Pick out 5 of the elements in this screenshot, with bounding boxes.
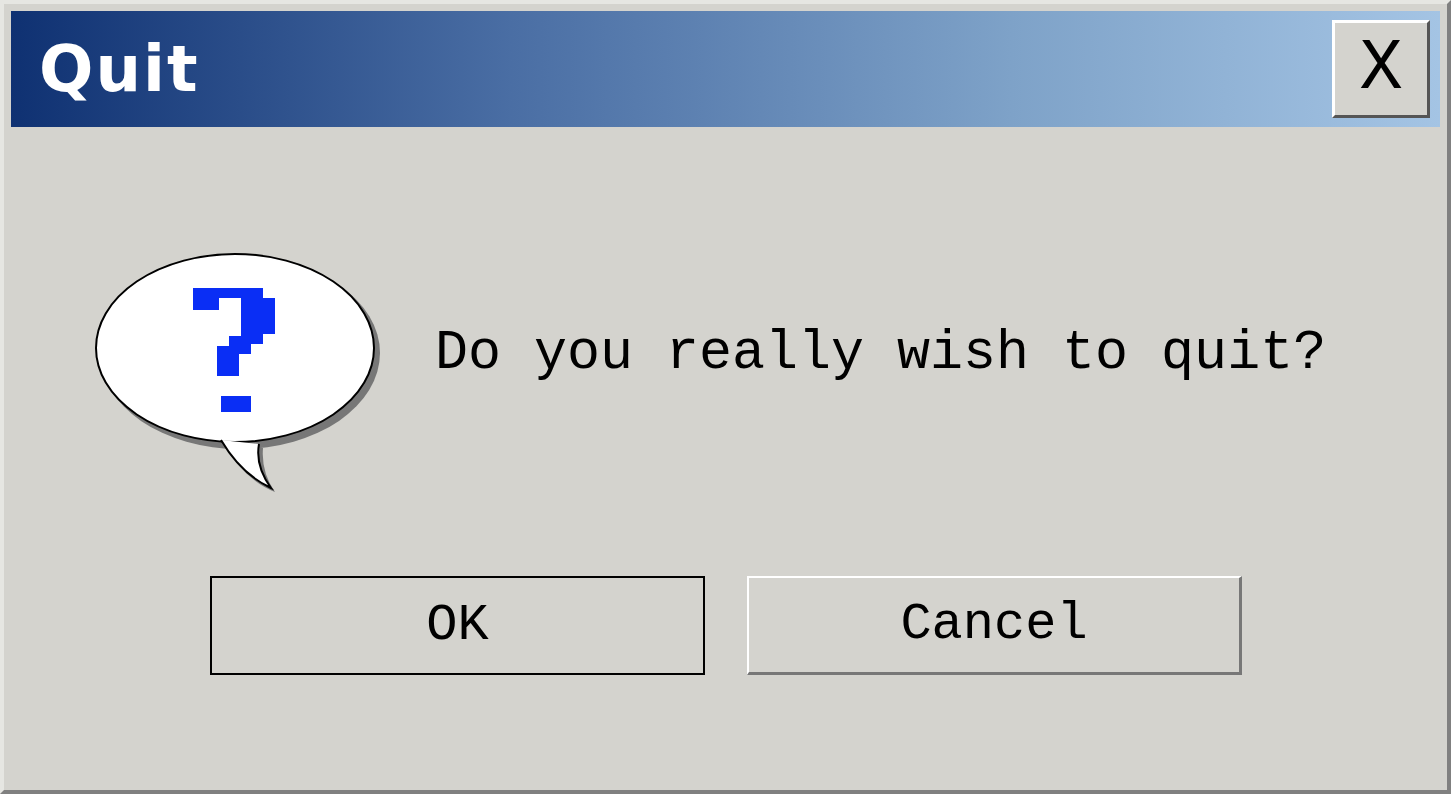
- message-text: Do you really wish to quit?: [435, 320, 1327, 387]
- window-title: Quit: [39, 31, 200, 108]
- close-button[interactable]: X: [1332, 20, 1430, 118]
- dialog-button[interactable]: Cancel: [747, 576, 1242, 675]
- dialog-button[interactable]: OK: [210, 576, 705, 675]
